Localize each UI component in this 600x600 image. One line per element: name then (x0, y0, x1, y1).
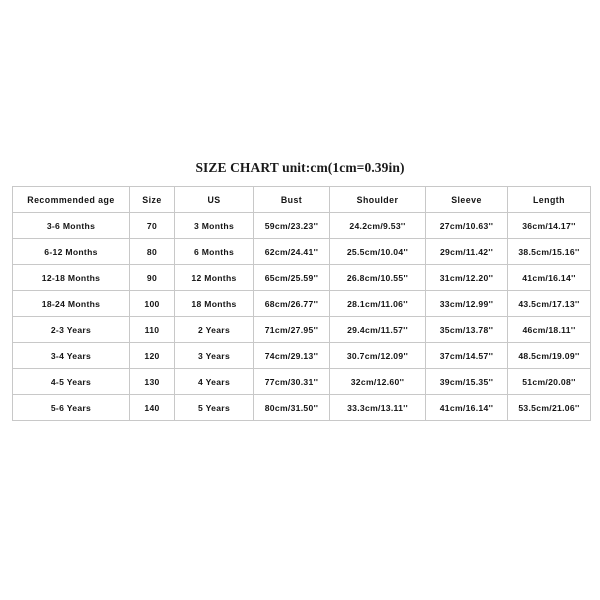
size-chart-table: Recommended age Size US Bust Shoulder Sleeve L… (12, 186, 591, 421)
table-cell: 24.2cm/9.53'' (330, 213, 425, 238)
table-cell: 33cm/12.99'' (426, 291, 507, 316)
table-cell: 41cm/16.14'' (508, 265, 590, 290)
table-cell: 41cm/16.14'' (426, 395, 507, 420)
table-cell: 38.5cm/15.16'' (508, 239, 590, 264)
table-cell: 59cm/23.23'' (254, 213, 329, 238)
page-title: SIZE CHART unit:cm(1cm=0.39in) (195, 160, 405, 175)
table-cell: 5-6 Years (13, 395, 129, 420)
table-cell: 53.5cm/21.06'' (508, 395, 590, 420)
column-header-6: Length (508, 187, 590, 212)
table-row: 12-18 Months 90 12 Months 65cm/25.59'' 26.8c… (13, 265, 590, 290)
table-row: 3-4 Years 120 3 Years 74cm/29.13'' 30.7cm/12… (13, 343, 590, 368)
table-cell: 77cm/30.31'' (254, 369, 329, 394)
table-cell: 2 Years (175, 317, 253, 342)
table-cell: 28.1cm/11.06'' (330, 291, 425, 316)
table-cell: 3 Months (175, 213, 253, 238)
size-chart-page: SIZE CHART unit:cm(1cm=0.39in) Recommend… (0, 0, 600, 600)
table-cell: 130 (130, 369, 174, 394)
table-row: 5-6 Years 140 5 Years 80cm/31.50'' 33.3cm/13… (13, 395, 590, 420)
table-cell: 33.3cm/13.11'' (330, 395, 425, 420)
table-cell: 35cm/13.78'' (426, 317, 507, 342)
column-header-4: Shoulder (330, 187, 425, 212)
table-cell: 3-4 Years (13, 343, 129, 368)
table-cell: 51cm/20.08'' (508, 369, 590, 394)
table-cell: 2-3 Years (13, 317, 129, 342)
table-cell: 6-12 Months (13, 239, 129, 264)
table-cell: 100 (130, 291, 174, 316)
table-cell: 25.5cm/10.04'' (330, 239, 425, 264)
table-cell: 4 Years (175, 369, 253, 394)
table-row: 18-24 Months 100 18 Months 68cm/26.77'' 28.1… (13, 291, 590, 316)
table-cell: 6 Months (175, 239, 253, 264)
column-header-2: US (175, 187, 253, 212)
table-cell: 120 (130, 343, 174, 368)
table-row: 4-5 Years 130 4 Years 77cm/30.31'' 32cm/12.6… (13, 369, 590, 394)
table-cell: 3 Years (175, 343, 253, 368)
column-header-1: Size (130, 187, 174, 212)
table-cell: 30.7cm/12.09'' (330, 343, 425, 368)
table-cell: 29.4cm/11.57'' (330, 317, 425, 342)
table-cell: 110 (130, 317, 174, 342)
table-cell: 37cm/14.57'' (426, 343, 507, 368)
table-cell: 48.5cm/19.09'' (508, 343, 590, 368)
table-cell: 65cm/25.59'' (254, 265, 329, 290)
table-cell: 39cm/15.35'' (426, 369, 507, 394)
table-cell: 140 (130, 395, 174, 420)
table-row: 2-3 Years 110 2 Years 71cm/27.95'' 29.4cm/11… (13, 317, 590, 342)
table-cell: 12-18 Months (13, 265, 129, 290)
table-cell: 70 (130, 213, 174, 238)
table-cell: 18 Months (175, 291, 253, 316)
table-cell: 71cm/27.95'' (254, 317, 329, 342)
table-cell: 43.5cm/17.13'' (508, 291, 590, 316)
table-cell: 31cm/12.20'' (426, 265, 507, 290)
table-body: 3-6 Months 70 3 Months 59cm/23.23'' 24.2cm/9… (13, 213, 590, 420)
table-cell: 5 Years (175, 395, 253, 420)
table-row: 3-6 Months 70 3 Months 59cm/23.23'' 24.2cm/9… (13, 213, 590, 238)
table-cell: 18-24 Months (13, 291, 129, 316)
table-header-row: Recommended age Size US Bust Shoulder Sleeve L… (13, 187, 590, 212)
table-cell: 80 (130, 239, 174, 264)
table-cell: 62cm/24.41'' (254, 239, 329, 264)
table-cell: 74cm/29.13'' (254, 343, 329, 368)
table-cell: 90 (130, 265, 174, 290)
table-cell: 3-6 Months (13, 213, 129, 238)
table-row: 6-12 Months 80 6 Months 62cm/24.41'' 25.5cm/… (13, 239, 590, 264)
column-header-5: Sleeve (426, 187, 507, 212)
table-cell: 29cm/11.42'' (426, 239, 507, 264)
column-header-0: Recommended age (13, 187, 129, 212)
table-cell: 32cm/12.60'' (330, 369, 425, 394)
table-cell: 46cm/18.11'' (508, 317, 590, 342)
table-cell: 68cm/26.77'' (254, 291, 329, 316)
table-cell: 36cm/14.17'' (508, 213, 590, 238)
table-cell: 26.8cm/10.55'' (330, 265, 425, 290)
table-cell: 4-5 Years (13, 369, 129, 394)
table-cell: 27cm/10.63'' (426, 213, 507, 238)
table-cell: 80cm/31.50'' (254, 395, 329, 420)
table-cell: 12 Months (175, 265, 253, 290)
column-header-3: Bust (254, 187, 329, 212)
